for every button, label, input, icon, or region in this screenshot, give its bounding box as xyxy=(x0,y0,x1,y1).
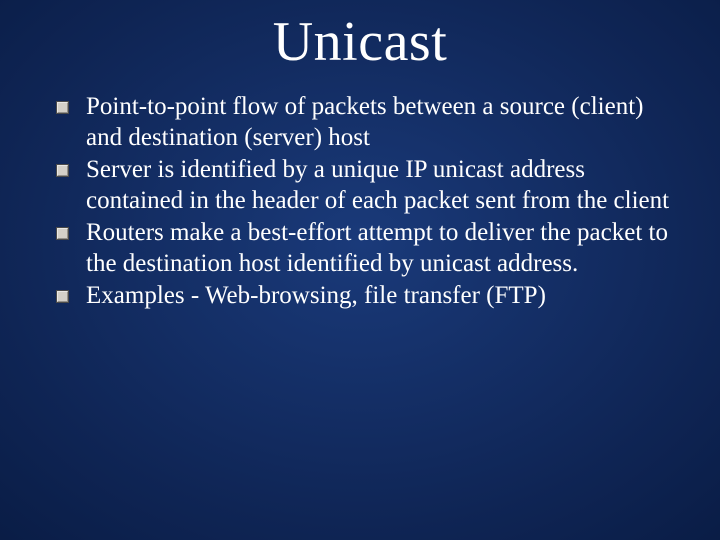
bullet-text: Routers make a best-effort attempt to de… xyxy=(86,219,668,277)
square-bullet-icon xyxy=(56,101,69,114)
bullet-list: Point-to-point flow of packets between a… xyxy=(40,92,680,312)
square-bullet-icon xyxy=(56,164,69,177)
list-item: Examples - Web-browsing, file transfer (… xyxy=(52,281,680,312)
slide-title: Unicast xyxy=(40,10,680,74)
bullet-text: Point-to-point flow of packets between a… xyxy=(86,93,643,151)
square-bullet-icon xyxy=(56,227,69,240)
bullet-text: Examples - Web-browsing, file transfer (… xyxy=(86,282,546,309)
slide: Unicast Point-to-point flow of packets b… xyxy=(0,0,720,540)
square-bullet-icon xyxy=(56,290,69,303)
list-item: Server is identified by a unique IP unic… xyxy=(52,155,680,216)
list-item: Point-to-point flow of packets between a… xyxy=(52,92,680,153)
list-item: Routers make a best-effort attempt to de… xyxy=(52,218,680,279)
bullet-text: Server is identified by a unique IP unic… xyxy=(86,156,669,214)
